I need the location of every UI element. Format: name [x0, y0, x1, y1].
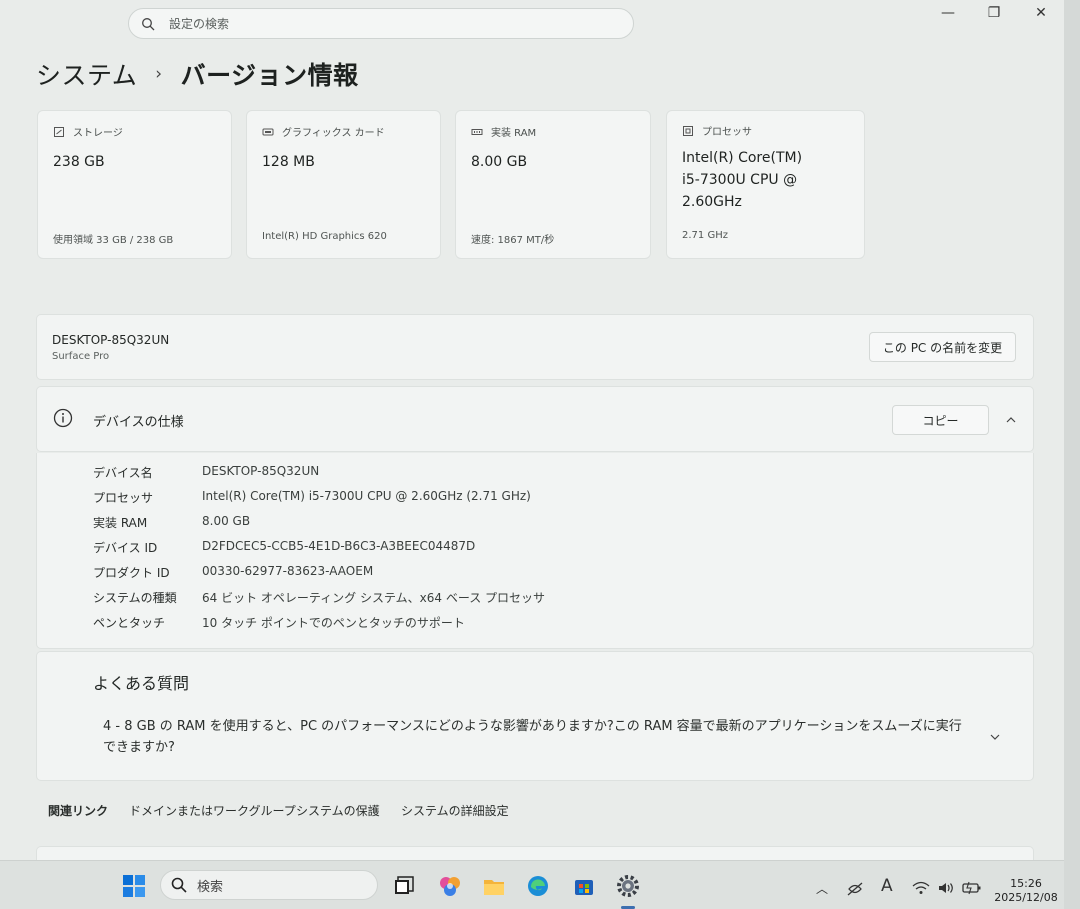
- card-value: 128 MB: [262, 154, 315, 170]
- spec-row: プロダクト ID 00330-62977-83623-AAOEM: [93, 564, 373, 581]
- search-icon: [142, 17, 155, 30]
- windows-start-icon[interactable]: [122, 874, 146, 898]
- spec-key: プロセッサ: [93, 491, 154, 505]
- device-model: Surface Pro: [52, 351, 110, 362]
- card-subtext: 速度: 1867 MT/秒: [471, 235, 555, 246]
- spec-value: 00330-62977-83623-AAOEM: [202, 564, 374, 578]
- settings-window: 設定の検索 — ❐ ✕ システム › バージョン情報 ストレージ 238 GB …: [0, 0, 1064, 860]
- copy-button[interactable]: コピー: [892, 405, 989, 435]
- card-label: グラフィックス カード: [282, 128, 385, 139]
- store-icon[interactable]: [572, 874, 596, 898]
- chevron-down-icon[interactable]: [988, 730, 1002, 744]
- card-value: 238 GB: [53, 154, 105, 170]
- storage-card[interactable]: ストレージ 238 GB 使用領域 33 GB / 238 GB: [37, 110, 232, 259]
- wifi-icon[interactable]: [912, 881, 930, 895]
- spec-row: デバイス ID D2FDCEC5-CCB5-4E1D-B6C3-A3BEEC04…: [93, 539, 475, 556]
- storage-icon: [54, 126, 64, 137]
- edge-browser-icon[interactable]: [526, 874, 550, 898]
- minimize-button[interactable]: —: [928, 3, 968, 23]
- copilot-icon[interactable]: [438, 874, 462, 898]
- volume-icon[interactable]: [937, 881, 955, 895]
- card-value-line: i5-7300U CPU @: [682, 172, 798, 188]
- spec-value: DESKTOP-85Q32UN: [202, 464, 320, 478]
- clock-date: 2025/12/08: [994, 891, 1058, 904]
- taskbar: 検索 ︿ A 15:26 2025/12/08: [0, 860, 1064, 909]
- card-subtext: 2.71 GHz: [682, 230, 728, 241]
- card-value: Intel(R) Core(TM) i5-7300U CPU @ 2.60GHz: [682, 147, 802, 213]
- search-icon: [171, 877, 187, 893]
- close-button[interactable]: ✕: [1021, 3, 1061, 23]
- ime-indicator[interactable]: A: [881, 876, 893, 896]
- card-subtext: 使用領域 33 GB / 238 GB: [53, 235, 174, 246]
- info-icon: [53, 408, 73, 428]
- card-label: 実装 RAM: [491, 128, 537, 139]
- chevron-up-icon[interactable]: [1004, 413, 1018, 427]
- file-explorer-icon[interactable]: [482, 874, 506, 898]
- device-name: DESKTOP-85Q32UN: [52, 333, 170, 347]
- clock-time: 15:26: [1010, 877, 1042, 890]
- spec-value: 10 タッチ ポイントでのペンとタッチのサポート: [202, 616, 465, 630]
- chevron-right-icon: ›: [155, 64, 163, 84]
- spec-row: ペンとタッチ 10 タッチ ポイントでのペンとタッチのサポート: [93, 614, 465, 631]
- ram-icon: [471, 128, 483, 135]
- settings-gear-icon[interactable]: [616, 874, 640, 898]
- spec-value: 64 ビット オペレーティング システム、x64 ベース プロセッサ: [202, 591, 546, 605]
- battery-icon[interactable]: [962, 881, 982, 895]
- card-value-line: Intel(R) Core(TM): [682, 150, 803, 166]
- graphics-card-card[interactable]: グラフィックス カード 128 MB Intel(R) HD Graphics …: [246, 110, 441, 259]
- link-advanced-system-settings[interactable]: システムの詳細設定: [401, 802, 509, 819]
- card-label: ストレージ: [73, 128, 123, 139]
- breadcrumb: システム › バージョン情報: [36, 56, 359, 92]
- ram-card[interactable]: 実装 RAM 8.00 GB 速度: 1867 MT/秒: [455, 110, 651, 259]
- spec-key: システムの種類: [93, 591, 177, 605]
- spec-value: 8.00 GB: [202, 514, 251, 528]
- page-title: バージョン情報: [180, 61, 359, 90]
- rename-pc-button[interactable]: この PC の名前を変更: [869, 332, 1016, 362]
- spec-value: Intel(R) Core(TM) i5-7300U CPU @ 2.60GHz…: [202, 489, 531, 503]
- link-domain-workgroup[interactable]: ドメインまたはワークグループ: [129, 802, 296, 819]
- next-panel-edge: [36, 846, 1034, 860]
- spec-key: プロダクト ID: [93, 566, 170, 580]
- maximize-button[interactable]: ❐: [974, 3, 1014, 23]
- device-specs-title: デバイスの仕様: [93, 415, 184, 430]
- spec-row: 実装 RAM 8.00 GB: [93, 514, 250, 531]
- bluetooth-off-icon[interactable]: [846, 881, 864, 897]
- device-specs-header[interactable]: [36, 386, 1034, 452]
- processor-icon: [683, 125, 693, 136]
- card-value-line: 2.60GHz: [682, 194, 742, 210]
- faq-title: よくある質問: [93, 674, 190, 693]
- taskbar-clock[interactable]: 15:26 2025/12/08: [994, 877, 1058, 905]
- card-subtext: Intel(R) HD Graphics 620: [262, 231, 387, 242]
- spec-key: 実装 RAM: [93, 516, 148, 530]
- taskbar-search[interactable]: 検索: [160, 870, 378, 900]
- screen-edge: [1064, 0, 1080, 909]
- faq-question[interactable]: 4 - 8 GB の RAM を使用すると、PC のパフォーマンスにどのような影…: [103, 716, 973, 758]
- task-view-icon[interactable]: [392, 874, 416, 898]
- card-label: プロセッサ: [702, 127, 752, 138]
- spec-value: D2FDCEC5-CCB5-4E1D-B6C3-A3BEEC04487D: [202, 539, 476, 553]
- taskbar-search-label: 検索: [197, 879, 224, 895]
- spec-key: ペンとタッチ: [93, 616, 166, 630]
- spec-row: デバイス名 DESKTOP-85Q32UN: [93, 464, 319, 481]
- spec-row: システムの種類 64 ビット オペレーティング システム、x64 ベース プロセ…: [93, 589, 545, 606]
- show-hidden-icons-chevron-icon[interactable]: ︿: [816, 880, 828, 897]
- processor-card[interactable]: プロセッサ Intel(R) Core(TM) i5-7300U CPU @ 2…: [666, 110, 865, 259]
- card-value: 8.00 GB: [471, 154, 528, 170]
- related-links-title: 関連リンク: [48, 804, 109, 818]
- search-placeholder: 設定の検索: [169, 17, 230, 31]
- breadcrumb-parent[interactable]: システム: [36, 56, 137, 92]
- spec-key: デバイス ID: [93, 541, 158, 555]
- spec-key: デバイス名: [93, 466, 153, 480]
- settings-search[interactable]: 設定の検索: [128, 8, 634, 39]
- link-system-protection[interactable]: システムの保護: [296, 802, 380, 819]
- graphics-card-icon: [262, 128, 274, 135]
- spec-row: プロセッサ Intel(R) Core(TM) i5-7300U CPU @ 2…: [93, 489, 531, 506]
